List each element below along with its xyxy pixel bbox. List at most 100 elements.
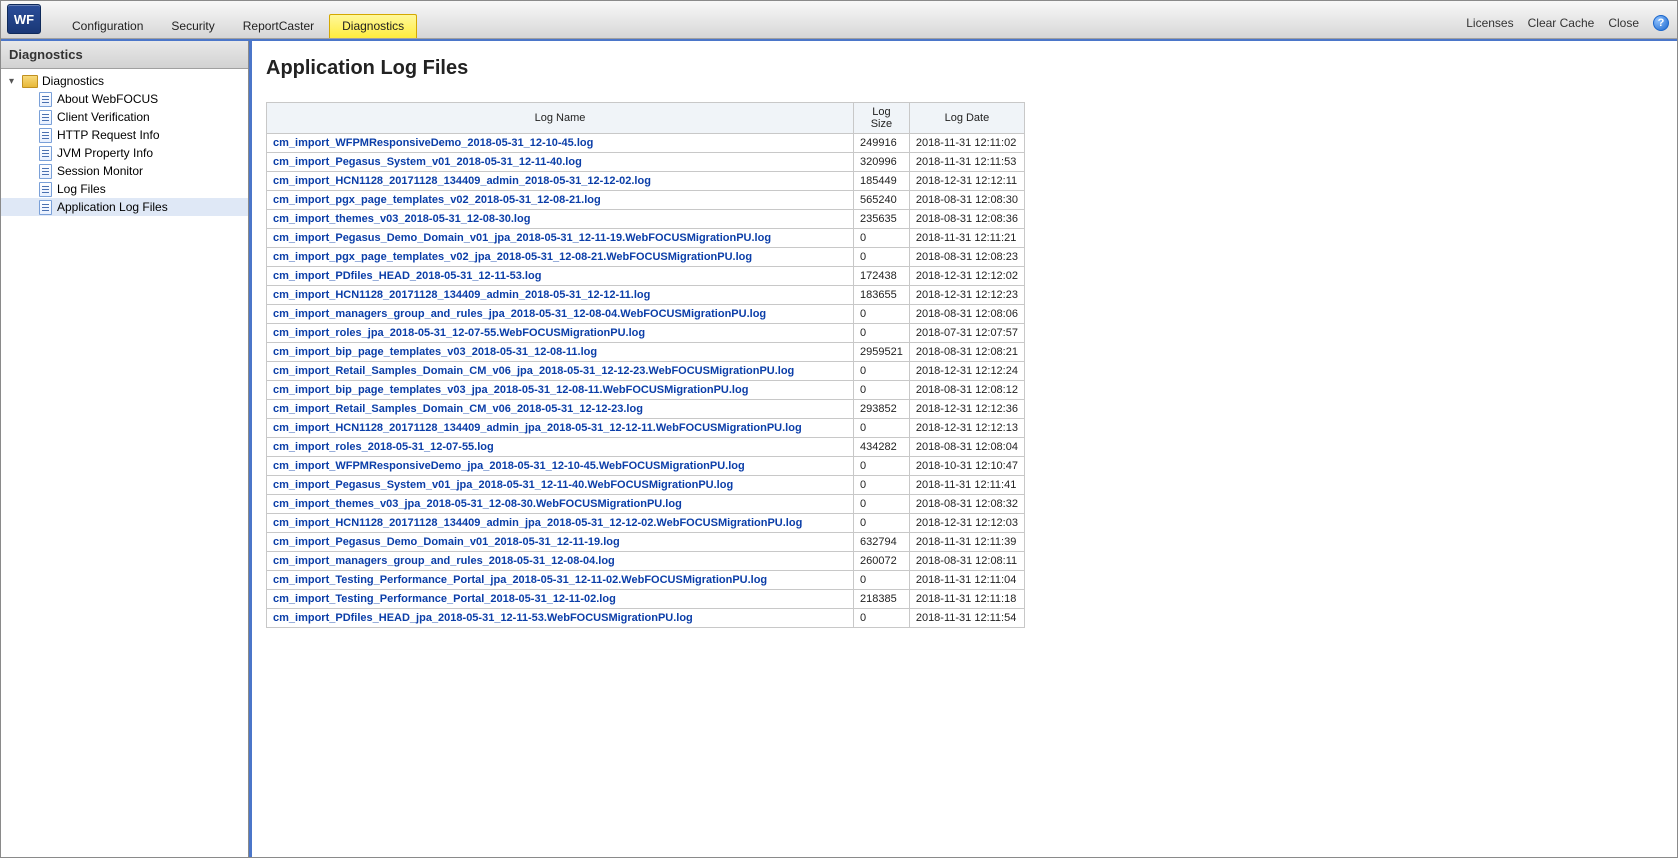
cell-log-name: cm_import_HCN1128_20171128_134409_admin_…	[267, 419, 854, 438]
log-file-link[interactable]: cm_import_HCN1128_20171128_134409_admin_…	[273, 517, 802, 529]
log-file-link[interactable]: cm_import_roles_jpa_2018-05-31_12-07-55.…	[273, 327, 645, 339]
tree-item[interactable]: About WebFOCUS	[1, 90, 248, 108]
cell-log-date: 2018-07-31 12:07:57	[909, 324, 1024, 343]
cell-log-name: cm_import_Retail_Samples_Domain_CM_v06_j…	[267, 362, 854, 381]
col-log-size[interactable]: Log Size	[854, 103, 910, 134]
log-file-link[interactable]: cm_import_managers_group_and_rules_jpa_2…	[273, 308, 766, 320]
cell-log-date: 2018-08-31 12:08:12	[909, 381, 1024, 400]
cell-log-name: cm_import_managers_group_and_rules_jpa_2…	[267, 305, 854, 324]
log-file-link[interactable]: cm_import_WFPMResponsiveDemo_2018-05-31_…	[273, 137, 593, 149]
tree-item-label: HTTP Request Info	[57, 128, 160, 142]
log-file-link[interactable]: cm_import_themes_v03_jpa_2018-05-31_12-0…	[273, 498, 682, 510]
log-file-link[interactable]: cm_import_HCN1128_20171128_134409_admin_…	[273, 175, 651, 187]
cell-log-size: 235635	[854, 210, 910, 229]
log-file-link[interactable]: cm_import_Retail_Samples_Domain_CM_v06_2…	[273, 403, 643, 415]
log-file-link[interactable]: cm_import_Retail_Samples_Domain_CM_v06_j…	[273, 365, 794, 377]
log-file-link[interactable]: cm_import_HCN1128_20171128_134409_admin_…	[273, 289, 650, 301]
cell-log-date: 2018-08-31 12:08:36	[909, 210, 1024, 229]
tab-security[interactable]: Security	[158, 14, 227, 38]
log-file-link[interactable]: cm_import_PDfiles_HEAD_jpa_2018-05-31_12…	[273, 612, 693, 624]
cell-log-date: 2018-08-31 12:08:04	[909, 438, 1024, 457]
col-log-name[interactable]: Log Name	[267, 103, 854, 134]
cell-log-size: 0	[854, 362, 910, 381]
help-icon[interactable]: ?	[1653, 15, 1669, 31]
cell-log-date: 2018-12-31 12:12:23	[909, 286, 1024, 305]
page-icon	[39, 128, 52, 143]
cell-log-name: cm_import_roles_jpa_2018-05-31_12-07-55.…	[267, 324, 854, 343]
table-row: cm_import_Pegasus_System_v01_jpa_2018-05…	[267, 476, 1025, 495]
cell-log-size: 0	[854, 495, 910, 514]
log-file-link[interactable]: cm_import_Pegasus_System_v01_jpa_2018-05…	[273, 479, 733, 491]
cell-log-date: 2018-12-31 12:12:02	[909, 267, 1024, 286]
tree-root-label: Diagnostics	[42, 74, 104, 88]
cell-log-size: 320996	[854, 153, 910, 172]
top-right-links: Licenses Clear Cache Close ?	[1466, 15, 1669, 31]
chevron-down-icon[interactable]: ▾	[9, 76, 21, 87]
tree-item[interactable]: Application Log Files	[1, 198, 248, 216]
log-file-link[interactable]: cm_import_managers_group_and_rules_2018-…	[273, 555, 615, 567]
tab-reportcaster[interactable]: ReportCaster	[230, 14, 327, 38]
cell-log-size: 0	[854, 571, 910, 590]
log-file-link[interactable]: cm_import_WFPMResponsiveDemo_jpa_2018-05…	[273, 460, 745, 472]
log-file-link[interactable]: cm_import_Pegasus_Demo_Domain_v01_2018-0…	[273, 536, 620, 548]
cell-log-date: 2018-08-31 12:08:11	[909, 552, 1024, 571]
cell-log-size: 218385	[854, 590, 910, 609]
page-title: Application Log Files	[266, 57, 1663, 80]
page-icon	[39, 200, 52, 215]
log-file-link[interactable]: cm_import_themes_v03_2018-05-31_12-08-30…	[273, 213, 530, 225]
log-file-link[interactable]: cm_import_bip_page_templates_v03_jpa_201…	[273, 384, 748, 396]
log-file-link[interactable]: cm_import_PDfiles_HEAD_2018-05-31_12-11-…	[273, 270, 541, 282]
cell-log-size: 0	[854, 514, 910, 533]
table-row: cm_import_PDfiles_HEAD_2018-05-31_12-11-…	[267, 267, 1025, 286]
table-row: cm_import_WFPMResponsiveDemo_2018-05-31_…	[267, 134, 1025, 153]
cell-log-name: cm_import_themes_v03_2018-05-31_12-08-30…	[267, 210, 854, 229]
tree-item-label: Session Monitor	[57, 164, 143, 178]
log-file-link[interactable]: cm_import_Testing_Performance_Portal_201…	[273, 593, 616, 605]
table-row: cm_import_Retail_Samples_Domain_CM_v06_j…	[267, 362, 1025, 381]
cell-log-date: 2018-11-31 12:11:21	[909, 229, 1024, 248]
cell-log-date: 2018-11-31 12:11:04	[909, 571, 1024, 590]
log-table: Log Name Log Size Log Date cm_import_WFP…	[266, 102, 1025, 628]
top-navbar: WF Configuration Security ReportCaster D…	[1, 1, 1677, 39]
tree-item[interactable]: Client Verification	[1, 108, 248, 126]
log-file-link[interactable]: cm_import_Testing_Performance_Portal_jpa…	[273, 574, 767, 586]
cell-log-size: 0	[854, 457, 910, 476]
table-row: cm_import_Pegasus_Demo_Domain_v01_jpa_20…	[267, 229, 1025, 248]
table-row: cm_import_WFPMResponsiveDemo_jpa_2018-05…	[267, 457, 1025, 476]
cell-log-name: cm_import_roles_2018-05-31_12-07-55.log	[267, 438, 854, 457]
cell-log-date: 2018-08-31 12:08:32	[909, 495, 1024, 514]
close-link[interactable]: Close	[1608, 16, 1639, 30]
log-file-link[interactable]: cm_import_pgx_page_templates_v02_jpa_201…	[273, 251, 752, 263]
tree-item-label: Client Verification	[57, 110, 150, 124]
tree-item-label: About WebFOCUS	[57, 92, 158, 106]
tree-root-diagnostics[interactable]: ▾ Diagnostics	[1, 72, 248, 90]
page-icon	[39, 182, 52, 197]
log-file-link[interactable]: cm_import_HCN1128_20171128_134409_admin_…	[273, 422, 802, 434]
tree-item[interactable]: JVM Property Info	[1, 144, 248, 162]
tab-configuration[interactable]: Configuration	[59, 14, 156, 38]
page-icon	[39, 110, 52, 125]
cell-log-date: 2018-12-31 12:12:13	[909, 419, 1024, 438]
tree-item[interactable]: Log Files	[1, 180, 248, 198]
log-file-link[interactable]: cm_import_pgx_page_templates_v02_2018-05…	[273, 194, 601, 206]
col-log-date[interactable]: Log Date	[909, 103, 1024, 134]
clear-cache-link[interactable]: Clear Cache	[1528, 16, 1595, 30]
table-row: cm_import_themes_v03_2018-05-31_12-08-30…	[267, 210, 1025, 229]
cell-log-date: 2018-08-31 12:08:30	[909, 191, 1024, 210]
log-file-link[interactable]: cm_import_roles_2018-05-31_12-07-55.log	[273, 441, 494, 453]
table-row: cm_import_managers_group_and_rules_jpa_2…	[267, 305, 1025, 324]
tab-diagnostics[interactable]: Diagnostics	[329, 14, 417, 38]
page-icon	[39, 146, 52, 161]
cell-log-date: 2018-08-31 12:08:21	[909, 343, 1024, 362]
cell-log-date: 2018-12-31 12:12:36	[909, 400, 1024, 419]
cell-log-name: cm_import_PDfiles_HEAD_2018-05-31_12-11-…	[267, 267, 854, 286]
cell-log-size: 293852	[854, 400, 910, 419]
tree-item[interactable]: Session Monitor	[1, 162, 248, 180]
tree-item[interactable]: HTTP Request Info	[1, 126, 248, 144]
cell-log-date: 2018-11-31 12:11:54	[909, 609, 1024, 628]
log-file-link[interactable]: cm_import_Pegasus_Demo_Domain_v01_jpa_20…	[273, 232, 771, 244]
log-file-link[interactable]: cm_import_Pegasus_System_v01_2018-05-31_…	[273, 156, 582, 168]
log-file-link[interactable]: cm_import_bip_page_templates_v03_2018-05…	[273, 346, 597, 358]
table-row: cm_import_Retail_Samples_Domain_CM_v06_2…	[267, 400, 1025, 419]
licenses-link[interactable]: Licenses	[1466, 16, 1513, 30]
